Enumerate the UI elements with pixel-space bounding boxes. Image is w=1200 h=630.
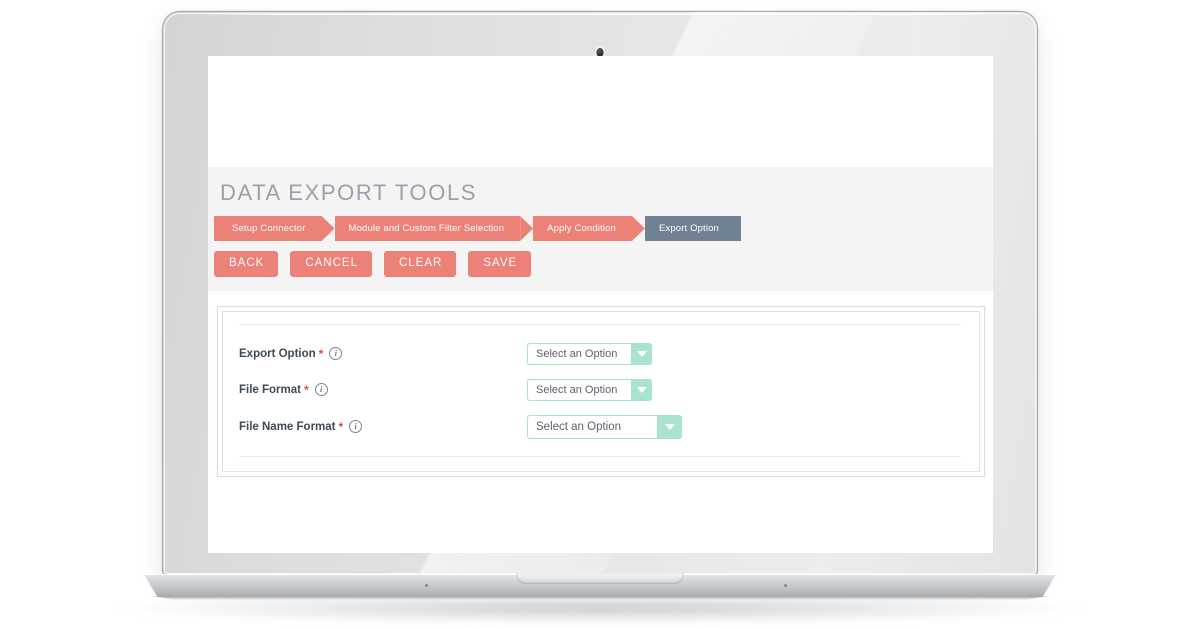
lid-top-highlight xyxy=(189,14,1011,15)
cancel-button[interactable]: CANCEL xyxy=(290,251,372,277)
step-label: Module and Custom Filter Selection xyxy=(348,222,505,234)
export-option-form: Export Option * i Select an Option File F… xyxy=(237,342,963,439)
step-apply-condition[interactable]: Apply Condition xyxy=(533,216,632,241)
application-window: DATA EXPORT TOOLS Setup Connector Module… xyxy=(208,56,993,553)
info-icon[interactable]: i xyxy=(329,347,343,360)
export-option-select[interactable]: Select an Option xyxy=(527,342,652,365)
card-bottom-divider xyxy=(239,455,961,457)
step-export-option[interactable]: Export Option xyxy=(644,216,741,241)
label-text: Export Option xyxy=(239,347,316,360)
required-marker: * xyxy=(318,346,324,361)
laptop-screen: DATA EXPORT TOOLS Setup Connector Module… xyxy=(208,56,993,553)
chevron-down-icon[interactable] xyxy=(657,414,682,439)
file-name-format-label: File Name Format * i xyxy=(239,420,527,434)
chevron-down-icon[interactable] xyxy=(631,378,652,401)
export-option-card-inner: Export Option * i Select an Option File F… xyxy=(222,310,980,472)
laptop-base-underline xyxy=(152,596,1048,600)
scene: DATA EXPORT TOOLS Setup Connector Module… xyxy=(0,0,1200,630)
action-button-bar: BACK CANCEL CLEAR SAVE xyxy=(214,251,985,277)
field-row-export-option: Export Option * i Select an Option xyxy=(239,342,961,365)
save-button[interactable]: SAVE xyxy=(468,251,532,277)
step-label: Setup Connector xyxy=(232,222,306,234)
step-label: Apply Condition xyxy=(547,222,616,234)
page-header: DATA EXPORT TOOLS Setup Connector Module… xyxy=(208,167,993,291)
back-button[interactable]: BACK xyxy=(214,251,279,277)
export-option-select-value[interactable]: Select an Option xyxy=(527,342,631,365)
wizard-step-breadcrumb: Setup Connector Module and Custom Filter… xyxy=(214,216,985,241)
field-row-file-format: File Format * i Select an Option xyxy=(239,378,961,401)
card-top-divider xyxy=(239,323,961,325)
export-option-label: Export Option * i xyxy=(239,347,527,361)
file-name-format-select[interactable]: Select an Option xyxy=(527,414,682,439)
file-format-label: File Format * i xyxy=(239,383,527,397)
page-title: DATA EXPORT TOOLS xyxy=(220,180,478,205)
step-label: Export Option xyxy=(658,222,719,234)
laptop-base-foot-right xyxy=(784,584,787,587)
info-icon[interactable]: i xyxy=(349,420,363,433)
file-format-select[interactable]: Select an Option xyxy=(527,378,652,401)
app-top-spacer xyxy=(208,56,993,167)
app-bottom-spacer xyxy=(208,476,993,553)
export-option-card: Export Option * i Select an Option File F… xyxy=(217,305,985,477)
info-icon[interactable]: i xyxy=(314,383,328,396)
label-text: File Name Format xyxy=(239,420,336,433)
clear-button[interactable]: CLEAR xyxy=(383,251,457,277)
step-module-and-custom-filter-selection[interactable]: Module and Custom Filter Selection xyxy=(334,216,521,241)
chevron-down-icon[interactable] xyxy=(631,342,652,365)
file-format-select-value[interactable]: Select an Option xyxy=(527,378,631,401)
step-setup-connector[interactable]: Setup Connector xyxy=(214,216,322,241)
laptop-base xyxy=(140,573,1060,602)
laptop-base-notch xyxy=(516,573,684,584)
required-marker: * xyxy=(303,382,309,397)
file-name-format-select-value[interactable]: Select an Option xyxy=(527,414,657,439)
label-text: File Format xyxy=(239,383,301,396)
field-row-file-name-format: File Name Format * i Select an Option xyxy=(239,414,961,439)
required-marker: * xyxy=(338,419,344,434)
